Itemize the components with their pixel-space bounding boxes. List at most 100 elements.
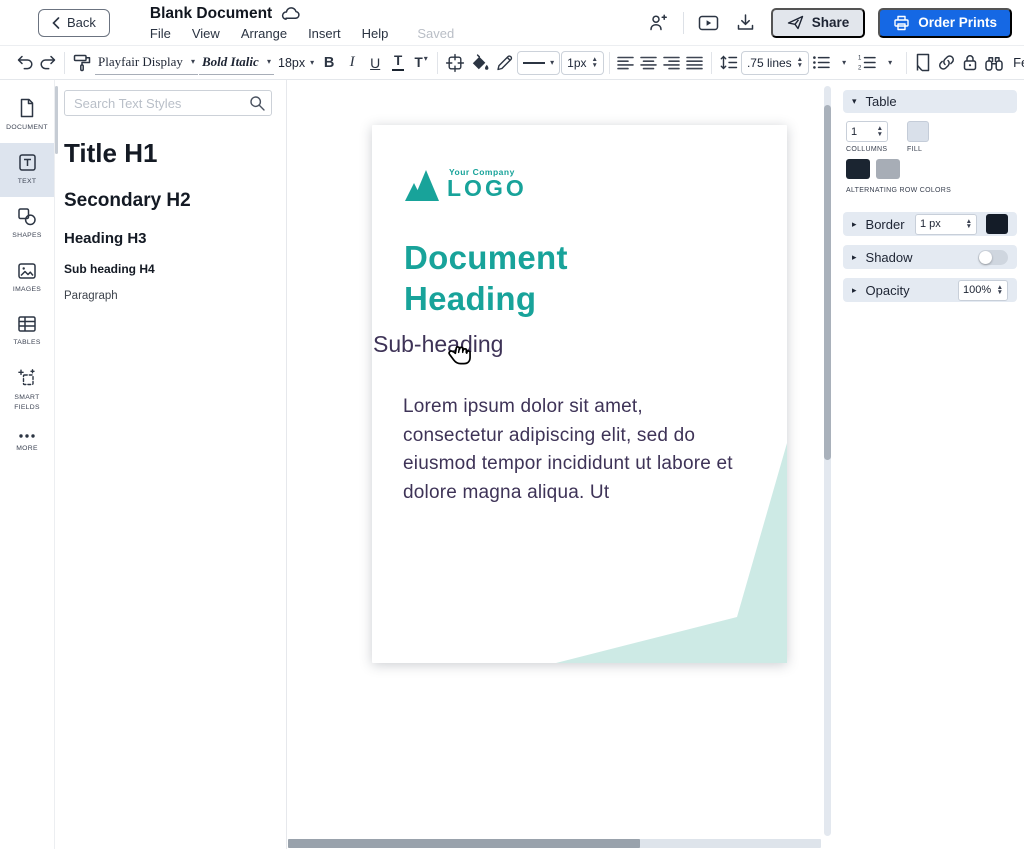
- align-right-icon[interactable]: [661, 50, 683, 76]
- text-color-button[interactable]: T: [387, 50, 409, 76]
- border-width-stepper[interactable]: 1 px ▲▼: [915, 214, 977, 235]
- text-options-button[interactable]: T▾: [410, 50, 432, 76]
- opacity-label: Opacity: [866, 283, 910, 298]
- sidebar-item-smart-fields[interactable]: SMART FIELDS: [0, 358, 54, 423]
- style-subheading-h4[interactable]: Sub heading H4: [64, 262, 272, 276]
- bullet-list-options-icon[interactable]: ▾: [833, 50, 855, 76]
- caret-right-icon: ▸: [852, 286, 857, 295]
- redo-icon[interactable]: [37, 50, 59, 76]
- columns-value: 1: [851, 126, 857, 138]
- align-center-icon[interactable]: [638, 50, 660, 76]
- shadow-section-header[interactable]: ▸ Shadow: [843, 245, 1017, 269]
- canvas[interactable]: Your Company LOGO Document Heading Sub-h…: [287, 80, 836, 849]
- stepper-arrows-icon: ▲▼: [797, 57, 803, 68]
- document-title: Blank Document: [150, 5, 272, 23]
- video-icon[interactable]: [697, 11, 721, 35]
- order-prints-button[interactable]: Order Prints: [878, 8, 1012, 38]
- font-size-select[interactable]: 18px ▾: [275, 51, 317, 75]
- align-justify-icon[interactable]: [684, 50, 706, 76]
- binoculars-icon[interactable]: [982, 50, 1006, 76]
- document-subheading-text[interactable]: Sub-heading: [373, 331, 503, 358]
- undo-icon[interactable]: [14, 50, 36, 76]
- feature-find-label[interactable]: Feature Find: [1013, 55, 1024, 70]
- line-spacing-icon[interactable]: [717, 50, 740, 76]
- line-spacing-stepper[interactable]: .75 lines ▲▼: [741, 51, 809, 75]
- format-painter-icon[interactable]: [70, 50, 94, 76]
- stepper-arrows-icon: ▲▼: [966, 219, 972, 230]
- text-styles-panel: Title H1 Secondary H2 Heading H3 Sub hea…: [55, 80, 287, 849]
- opacity-section-header[interactable]: ▸ Opacity 100% ▲▼: [843, 278, 1017, 302]
- document-heading-text[interactable]: Document Heading: [404, 237, 664, 319]
- download-icon[interactable]: [734, 11, 758, 35]
- border-section-header[interactable]: ▸ Border 1 px ▲▼: [843, 212, 1017, 236]
- fill-bucket-icon[interactable]: [468, 50, 492, 76]
- svg-text:1: 1: [858, 56, 862, 62]
- bullet-list-icon[interactable]: [810, 50, 832, 76]
- sidebar-item-images[interactable]: IMAGES: [0, 252, 54, 305]
- stroke-width-stepper[interactable]: 1px ▲▼: [561, 51, 604, 75]
- chevron-down-icon: ▾: [310, 59, 314, 67]
- columns-stepper[interactable]: 1 ▲▼: [846, 121, 888, 142]
- lock-icon[interactable]: [959, 50, 981, 76]
- title-block: Blank Document File View Arrange Insert …: [150, 5, 454, 41]
- search-input[interactable]: [64, 90, 272, 116]
- bold-button[interactable]: B: [318, 50, 340, 76]
- share-button[interactable]: Share: [771, 8, 866, 38]
- table-section-header[interactable]: ▾ Table: [843, 90, 1017, 113]
- fill-color-swatch[interactable]: [907, 121, 929, 142]
- menu-insert[interactable]: Insert: [308, 26, 341, 41]
- horizontal-scrollbar-thumb[interactable]: [288, 839, 640, 848]
- style-title-h1[interactable]: Title H1: [64, 138, 272, 169]
- font-family-select[interactable]: Playfair Display ▾: [95, 51, 198, 75]
- line-style-select[interactable]: ▾: [517, 51, 560, 75]
- align-left-icon[interactable]: [615, 50, 637, 76]
- sidebar-item-more[interactable]: MORE: [0, 423, 54, 464]
- send-icon: [787, 15, 804, 30]
- mountain-logo-icon: [405, 170, 442, 201]
- style-paragraph[interactable]: Paragraph: [64, 290, 272, 302]
- numbered-list-icon[interactable]: 12: [856, 50, 878, 76]
- horizontal-scrollbar[interactable]: [288, 839, 821, 848]
- row-color-dark-swatch[interactable]: [846, 159, 870, 179]
- sidebar-item-shapes[interactable]: SHAPES: [0, 197, 54, 251]
- numbered-list-options-icon[interactable]: ▾: [879, 50, 901, 76]
- sidebar-item-tables[interactable]: TABLES: [0, 305, 54, 358]
- menu-view[interactable]: View: [192, 26, 220, 41]
- shadow-toggle[interactable]: [978, 250, 1008, 265]
- sidebar-item-text[interactable]: TEXT: [0, 143, 54, 197]
- svg-text:2: 2: [858, 65, 862, 70]
- page-icon[interactable]: [912, 50, 934, 76]
- link-icon[interactable]: [935, 50, 958, 76]
- smart-fields-icon: [17, 368, 37, 388]
- row-color-gray-swatch[interactable]: [876, 159, 900, 179]
- menu-arrange[interactable]: Arrange: [241, 26, 287, 41]
- font-style-select[interactable]: Bold Italic ▾: [199, 51, 274, 75]
- document-page[interactable]: Your Company LOGO Document Heading Sub-h…: [372, 125, 787, 663]
- italic-button[interactable]: I: [341, 50, 363, 76]
- vertical-scrollbar[interactable]: [824, 86, 831, 836]
- menu-file[interactable]: File: [150, 26, 171, 41]
- underline-button[interactable]: U: [364, 50, 386, 76]
- pen-icon[interactable]: [493, 50, 516, 76]
- style-secondary-h2[interactable]: Secondary H2: [64, 190, 272, 212]
- back-button[interactable]: Back: [38, 9, 110, 37]
- company-logo[interactable]: Your Company LOGO: [405, 167, 527, 201]
- toggle-knob: [979, 251, 992, 264]
- vertical-scrollbar-thumb[interactable]: [824, 105, 831, 460]
- toolbar-divider: [609, 52, 610, 74]
- panel-scrollbar-thumb[interactable]: [55, 86, 58, 154]
- line-spacing-value: .75 lines: [747, 56, 792, 70]
- chevron-down-icon: ▾: [267, 58, 271, 66]
- document-paragraph-text[interactable]: Lorem ipsum dolor sit amet, consectetur …: [403, 393, 737, 507]
- border-icon[interactable]: [443, 50, 467, 76]
- opacity-stepper[interactable]: 100% ▲▼: [958, 280, 1008, 301]
- menu-bar: File View Arrange Insert Help Saved: [150, 26, 454, 41]
- menu-help[interactable]: Help: [362, 26, 389, 41]
- style-heading-h3[interactable]: Heading H3: [64, 230, 272, 247]
- sidebar-item-document[interactable]: DOCUMENT: [0, 88, 54, 143]
- back-label: Back: [67, 15, 96, 30]
- add-user-icon[interactable]: [646, 11, 670, 35]
- stroke-width-value: 1px: [567, 56, 586, 70]
- icon-sidebar: DOCUMENT TEXT SHAPES IMAGES: [0, 80, 55, 849]
- border-color-swatch[interactable]: [986, 214, 1008, 234]
